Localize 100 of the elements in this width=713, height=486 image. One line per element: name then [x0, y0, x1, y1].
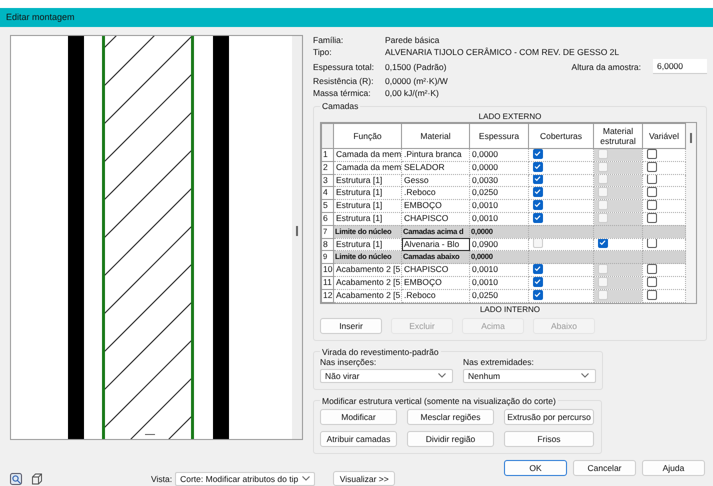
table-cell: 0,0000 [470, 148, 528, 162]
property-value: ALVENARIA TIJOLO CERÂMICO - COM REV. DE GESSO 2L [385, 47, 620, 57]
checkbox[interactable] [647, 162, 657, 172]
column-header: Material [402, 124, 470, 148]
group-title: Modificar estrutura vertical (somente na visualização do corte) [321, 396, 557, 406]
table-cell: Camada da mem [334, 161, 402, 174]
window-title: Editar montagem [0, 8, 713, 27]
checkbox[interactable] [647, 290, 657, 300]
dropdown[interactable]: Não virar [320, 368, 453, 383]
row-number: 12 [322, 289, 334, 302]
table-cell: Estrutura [1] [334, 174, 402, 187]
checkbox[interactable] [533, 213, 543, 223]
row-number: 8 [322, 238, 334, 251]
checkbox[interactable] [647, 239, 657, 248]
structure-button[interactable]: Extrusão por percurso [504, 408, 594, 425]
checkbox[interactable] [647, 175, 657, 184]
checkbox[interactable] [533, 290, 543, 300]
row-number: 1 [322, 148, 334, 162]
table-cell: 0,0250 [470, 289, 528, 302]
table-cell: SELADOR [402, 161, 470, 174]
structure-button[interactable]: Mesclar regiões [407, 408, 494, 425]
dialog-button[interactable]: OK [504, 460, 567, 476]
dropdown[interactable]: Nenhum [463, 368, 596, 383]
checkbox[interactable] [647, 200, 657, 210]
property-label: Tipo: [313, 47, 333, 57]
column-header: Variável [642, 124, 686, 148]
property-value: Parede básica [385, 35, 440, 45]
checkbox[interactable] [598, 239, 608, 248]
checkbox[interactable] [533, 149, 543, 159]
checkbox[interactable] [533, 200, 543, 210]
table-cell: Gesso [402, 174, 470, 187]
view-dropdown[interactable]: Corte: Modificar atributos do tip [175, 472, 316, 486]
table-cell: 0,0030 [470, 174, 528, 187]
row-number: 10 [322, 264, 334, 276]
property-label: Resistência (R): [313, 76, 374, 86]
checkbox[interactable] [647, 213, 657, 223]
scrollbar[interactable] [292, 36, 302, 439]
structure-button[interactable]: Atribuir camadas [320, 430, 397, 447]
column-header: Função [334, 124, 402, 148]
cube-icon[interactable] [31, 472, 43, 484]
table-cell: 0,0010 [470, 276, 528, 290]
table-cell: 0,0000 [470, 161, 528, 174]
checkbox[interactable] [533, 277, 543, 287]
group-title: Virada do revestimento-padrão [321, 346, 440, 357]
sample-height-label: Altura da amostra: [572, 62, 642, 72]
checkbox[interactable] [533, 162, 543, 172]
checkbox[interactable] [533, 175, 543, 184]
view-label: Vista: [151, 474, 172, 484]
row-number: 2 [322, 161, 334, 174]
table-cell: CHAPISCO [402, 264, 470, 276]
column-header: Espessura [470, 124, 528, 148]
table-cell: EMBOÇO [402, 276, 470, 290]
checkbox[interactable] [647, 188, 657, 198]
resize-handle[interactable] [145, 434, 155, 435]
column-header: Material estrutural [594, 124, 642, 148]
table-cell: Camada da mem [334, 148, 402, 162]
column-header: Coberturas [528, 124, 594, 148]
table-cell: .Pintura branca [402, 148, 470, 162]
checkbox[interactable] [533, 188, 543, 198]
chevron-down-icon [302, 476, 310, 481]
row-number: 3 [322, 174, 334, 187]
chevron-down-icon [438, 373, 446, 378]
field-label: Nas extremidades: [463, 356, 535, 367]
property-value: 0,1500 (Padrão) [385, 62, 446, 72]
structure-button[interactable]: Dividir região [407, 430, 494, 447]
structure-button[interactable]: Modificar [320, 408, 397, 425]
scrollbar[interactable] [686, 123, 696, 303]
dialog-button[interactable]: Cancelar [573, 460, 636, 476]
checkbox[interactable] [647, 149, 657, 159]
table-cell: 0,0250 [470, 186, 528, 200]
layer-button[interactable]: Inserir [320, 318, 382, 334]
table-cell: Estrutura [1] [334, 186, 402, 200]
table-cell: .Reboco [402, 186, 470, 200]
row-number: 6 [322, 212, 334, 226]
property-value: 0,00 kJ/(m²·K) [385, 88, 439, 98]
checkbox[interactable] [647, 264, 657, 274]
preview-button[interactable]: Visualizar >> [333, 471, 396, 486]
side-label: LADO INTERNO [478, 304, 541, 315]
structure-button[interactable]: Frisos [504, 430, 594, 447]
table-cell: 0,0010 [470, 200, 528, 212]
checkbox[interactable] [647, 277, 657, 287]
table-cell: .Reboco [402, 289, 470, 302]
dialog-button[interactable]: Ajuda [642, 460, 705, 476]
sample-height-field[interactable]: 6,0000 [653, 59, 707, 74]
group-title: Camadas [321, 101, 360, 111]
side-label: LADO EXTERNO [478, 111, 542, 122]
table-cell: 0,0010 [470, 264, 528, 276]
row-number: 11 [322, 276, 334, 290]
table-cell: Alvenaria - Blo [402, 238, 470, 251]
table-cell: EMBOÇO [402, 200, 470, 212]
zoom-icon[interactable] [10, 472, 23, 484]
property-label: Família: [313, 35, 344, 45]
property-label: Espessura total: [313, 62, 375, 72]
field-label: Nas inserções: [320, 356, 376, 367]
chevron-down-icon [581, 373, 589, 378]
property-label: Massa térmica: [313, 88, 372, 98]
table-cell: Acabamento 2 [5 [334, 276, 402, 290]
table-cell: Acabamento 2 [5 [334, 264, 402, 276]
table-cell: Acabamento 2 [5 [334, 289, 402, 302]
checkbox[interactable] [533, 264, 543, 274]
